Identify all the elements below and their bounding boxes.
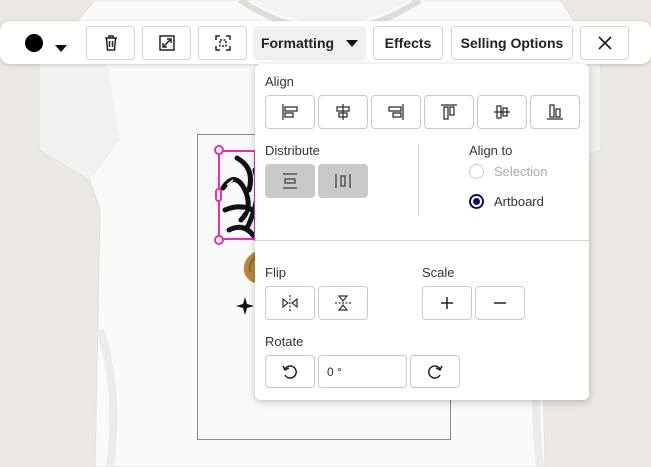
align-right-icon bbox=[388, 104, 404, 120]
align-right-button[interactable] bbox=[371, 95, 421, 129]
resize-handle-left[interactable] bbox=[215, 188, 222, 202]
align-bottom-icon bbox=[547, 104, 563, 120]
align-left-icon bbox=[282, 104, 298, 120]
rotate-right-icon bbox=[428, 364, 443, 379]
align-to-artboard-label: Artboard bbox=[494, 194, 544, 209]
distribute-horizontal-icon bbox=[335, 174, 351, 188]
resize-button[interactable] bbox=[142, 26, 191, 60]
align-bottom-button[interactable] bbox=[530, 95, 580, 129]
align-center-h-button[interactable] bbox=[318, 95, 368, 129]
crop-button[interactable] bbox=[198, 26, 247, 60]
divider bbox=[418, 144, 419, 216]
formatting-button[interactable]: Formatting bbox=[253, 26, 366, 60]
flip-label: Flip bbox=[265, 265, 286, 280]
align-to-selection-radio[interactable] bbox=[469, 164, 484, 179]
close-button[interactable] bbox=[580, 26, 629, 60]
resize-icon bbox=[158, 35, 175, 51]
selling-options-label: Selling Options bbox=[460, 35, 564, 51]
rotate-angle-input[interactable] bbox=[318, 355, 407, 388]
scale-label: Scale bbox=[422, 265, 455, 280]
distribute-vertical-button[interactable] bbox=[265, 164, 315, 198]
rotate-left-icon bbox=[282, 364, 297, 379]
distribute-label: Distribute bbox=[265, 143, 320, 158]
flip-vertical-button[interactable] bbox=[318, 286, 368, 320]
crop-icon bbox=[214, 35, 231, 51]
formatting-label: Formatting bbox=[260, 35, 335, 51]
distribute-vertical-icon bbox=[283, 173, 297, 189]
chevron-down-icon[interactable] bbox=[55, 39, 67, 57]
rotate-left-button[interactable] bbox=[265, 355, 315, 388]
align-center-horizontal-icon bbox=[336, 104, 350, 120]
chevron-down-icon bbox=[346, 39, 359, 47]
distribute-horizontal-button[interactable] bbox=[318, 164, 368, 198]
editor-toolbar: Formatting Effects Selling Options bbox=[0, 21, 651, 64]
rotate-right-button[interactable] bbox=[410, 355, 460, 388]
align-to-artboard-radio[interactable] bbox=[469, 194, 484, 209]
align-to-label: Align to bbox=[469, 143, 513, 158]
selling-options-button[interactable]: Selling Options bbox=[451, 26, 573, 60]
formatting-panel: Align Distribute Align to Selection Artb… bbox=[255, 64, 589, 400]
flip-vertical-icon bbox=[335, 295, 351, 311]
align-center-vertical-icon bbox=[494, 105, 510, 119]
flip-horizontal-icon bbox=[282, 295, 298, 311]
effects-label: Effects bbox=[384, 35, 432, 51]
minus-icon bbox=[494, 302, 506, 304]
align-label: Align bbox=[265, 74, 294, 89]
color-swatch[interactable] bbox=[25, 34, 43, 52]
align-top-button[interactable] bbox=[424, 95, 474, 129]
align-top-icon bbox=[441, 104, 457, 120]
rotate-label: Rotate bbox=[265, 334, 304, 349]
plus-icon bbox=[441, 297, 453, 309]
align-to-selection-label: Selection bbox=[494, 164, 548, 179]
trash-icon bbox=[104, 35, 117, 51]
close-icon bbox=[597, 36, 612, 50]
scale-up-button[interactable] bbox=[422, 286, 472, 320]
flip-horizontal-button[interactable] bbox=[265, 286, 315, 320]
divider bbox=[255, 240, 589, 241]
resize-handle-top-left[interactable] bbox=[214, 145, 224, 155]
delete-button[interactable] bbox=[86, 26, 135, 60]
selection-box[interactable] bbox=[218, 150, 256, 240]
align-middle-v-button[interactable] bbox=[477, 95, 527, 129]
align-left-button[interactable] bbox=[265, 95, 315, 129]
sparkle-graphic[interactable] bbox=[235, 296, 255, 316]
effects-button[interactable]: Effects bbox=[373, 26, 443, 60]
scale-down-button[interactable] bbox=[475, 286, 525, 320]
resize-handle-bottom-left[interactable] bbox=[214, 235, 224, 245]
